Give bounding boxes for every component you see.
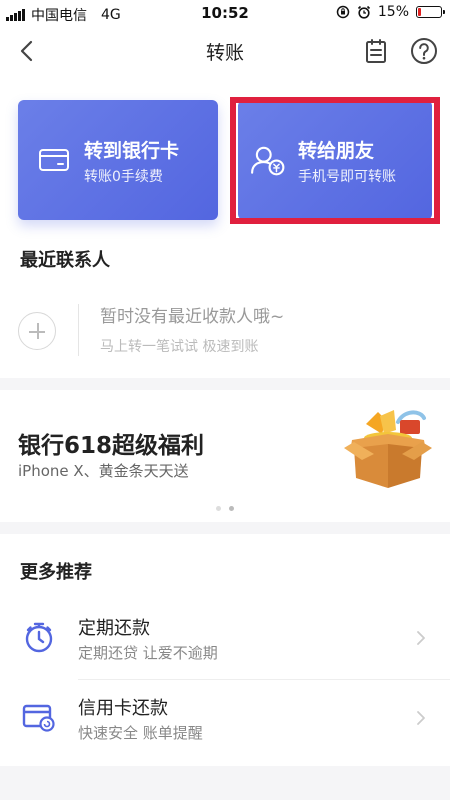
battery-icon (416, 6, 445, 18)
friend-card-highlight (230, 97, 440, 224)
recent-empty-message: 暂时没有最近收款人哦~ (100, 307, 285, 327)
carousel-dots (0, 506, 450, 511)
bank-card-title: 转到银行卡 (84, 140, 180, 162)
rec-title: 信用卡还款 (78, 698, 168, 719)
rotation-lock-icon (336, 5, 350, 19)
chevron-right-icon (417, 631, 425, 645)
bank-card-icon (39, 149, 69, 171)
stopwatch-icon (25, 622, 53, 653)
more-title: 更多推荐 (20, 562, 92, 583)
nav-bar: 转账 (0, 26, 450, 76)
carousel-dot (229, 506, 234, 511)
rec-subtitle: 快速安全 账单提醒 (78, 724, 203, 742)
carousel-dot (216, 506, 221, 511)
banner-subtitle: iPhone X、黄金条天天送 (18, 462, 189, 480)
recent-contacts-title: 最近联系人 (20, 250, 110, 271)
status-bar: 中国电信 4G 10:52 15% (0, 0, 450, 26)
banner-title: 银行618超级福利 (18, 433, 205, 459)
transfer-to-bank-card-button[interactable]: 转到银行卡 转账0手续费 (18, 100, 218, 220)
bank-card-subtitle: 转账0手续费 (84, 169, 163, 185)
question-circle-icon[interactable] (410, 37, 438, 65)
status-right: 15% (336, 4, 445, 20)
rec-subtitle: 定期还贷 让爱不逾期 (78, 644, 218, 662)
chevron-right-icon (417, 711, 425, 725)
list-item-scheduled-repayment[interactable]: 定期还款 定期还贷 让爱不逾期 (0, 600, 450, 680)
treasure-box-icon (344, 410, 432, 488)
credit-card-repay-icon (22, 704, 55, 732)
list-item-credit-card-repayment[interactable]: 信用卡还款 快速安全 账单提醒 (0, 680, 450, 760)
alarm-icon (357, 5, 370, 19)
more-recommendations-section: 更多推荐 定期还款 定期还贷 让爱不逾期 信用卡还款 快速安全 账单提醒 (0, 534, 450, 766)
chevron-left-icon[interactable] (12, 36, 42, 66)
promo-banner[interactable]: 银行618超级福利 iPhone X、黄金条天天送 (0, 390, 450, 522)
add-contact-button[interactable] (18, 312, 56, 350)
rec-title: 定期还款 (78, 618, 150, 639)
recent-divider (78, 304, 79, 356)
battery-percent: 15% (377, 4, 409, 20)
bill-list-icon[interactable] (362, 37, 390, 65)
recent-empty-hint: 马上转一笔试试 极速到账 (100, 339, 259, 355)
battery-fill (418, 8, 421, 16)
